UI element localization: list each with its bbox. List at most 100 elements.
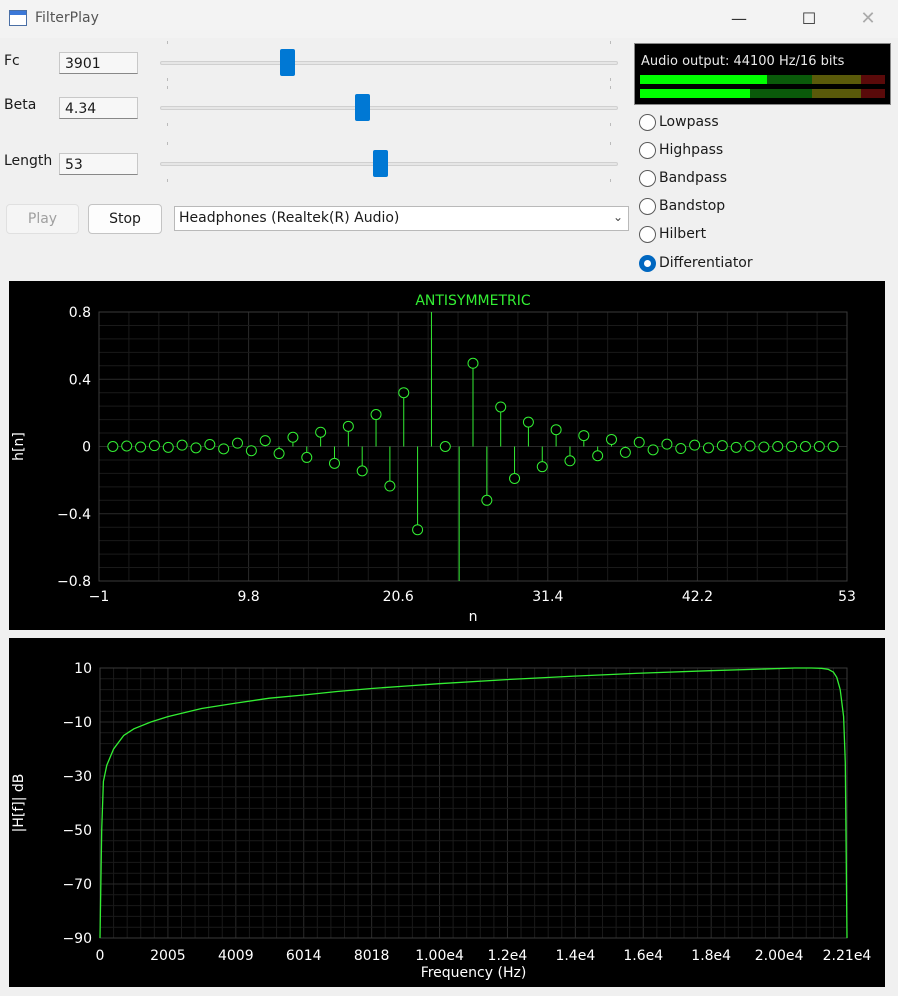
beta-slider-thumb[interactable] [354, 94, 370, 121]
x-tick-label: 6014 [286, 948, 322, 964]
x-tick-label: 1.4e4 [555, 948, 595, 964]
stem-marker [522, 416, 534, 428]
stem-marker [384, 480, 396, 492]
length-slider-track [160, 162, 618, 166]
minimize-button[interactable]: — [716, 0, 762, 38]
beta-value-field[interactable]: 4.34 [59, 97, 138, 119]
stem-marker [204, 438, 216, 450]
y-tick-label: 0 [82, 440, 91, 456]
stem-marker [356, 465, 368, 477]
audio-output-meter: Audio output: 44100 Hz/16 bits [634, 43, 891, 105]
fc-slider-track [160, 61, 618, 65]
length-slider-thumb[interactable] [372, 150, 388, 177]
impulse-response-svg: −1 9.8 20.6 31.4 42.2 53 0.8 0.4 0 −0.4 −0.8 ANTISY… [11, 293, 856, 625]
y-axis-label: |H[f]| dB [11, 774, 27, 833]
radio-label: Lowpass [659, 114, 719, 130]
y-tick-label: −0.4 [57, 507, 91, 523]
stem-marker [813, 441, 825, 452]
stem-marker [495, 401, 507, 413]
level-bar-left [640, 75, 885, 84]
fc-slider[interactable] [160, 41, 618, 81]
plot-frame [99, 667, 848, 939]
stem-marker [509, 472, 521, 484]
audio-output-label: Audio output: 44100 Hz/16 bits [641, 54, 845, 69]
stem-marker [135, 441, 147, 453]
radio-circle [639, 198, 656, 215]
radio-label: Highpass [659, 142, 724, 158]
radio-circle [639, 170, 656, 187]
x-tick-label: 20.6 [383, 589, 414, 605]
stem-marker [702, 442, 714, 454]
title-bar: FilterPlay — ☐ ✕ [0, 0, 898, 38]
y-axis-label: h[n] [11, 432, 27, 461]
stem-marker [661, 438, 673, 450]
x-tick-label: 42.2 [682, 589, 713, 605]
stem-marker [259, 435, 271, 447]
length-value-field[interactable]: 53 [59, 153, 138, 175]
stem-marker [592, 450, 604, 462]
x-tick-label: 2.21e4 [823, 948, 872, 964]
y-tick-label: −0.8 [57, 574, 91, 590]
maximize-icon: ☐ [801, 9, 817, 28]
stem-marker [287, 431, 299, 443]
magnitude-trace [99, 667, 848, 939]
stem-marker [716, 440, 728, 452]
radio-circle [639, 142, 656, 159]
x-tick-label: 1.00e4 [415, 948, 464, 964]
close-button[interactable]: ✕ [845, 0, 891, 38]
y-tick-label: 10 [74, 661, 92, 677]
stem-marker [675, 443, 687, 455]
stem-marker [273, 448, 285, 460]
frequency-response-svg: 0 2005 4009 6014 8018 1.00e4 1.2e4 1.4e4 1.6e4 1.… [11, 661, 872, 981]
radio-circle [639, 226, 656, 243]
x-tick-label: 1.2e4 [488, 948, 528, 964]
play-button[interactable]: Play [6, 204, 79, 234]
y-tick-label: 0.4 [69, 372, 91, 388]
beta-label: Beta [4, 97, 37, 113]
beta-slider[interactable] [160, 86, 618, 126]
stem-marker [633, 436, 645, 448]
x-tick-label: 9.8 [237, 589, 259, 605]
length-label: Length [4, 153, 53, 169]
stem-marker [619, 446, 631, 458]
chart-title: ANTISYMMETRIC [415, 293, 531, 309]
x-tick-label: 1.8e4 [691, 948, 731, 964]
stem-marker [218, 443, 230, 455]
stem-marker [342, 420, 354, 432]
y-tick-label: −10 [62, 715, 92, 731]
level-fill [640, 89, 751, 98]
audio-device-select[interactable]: Headphones (Realtek(R) Audio) ⌄ [174, 206, 629, 231]
stem-marker [315, 426, 327, 438]
stem-marker [162, 441, 174, 453]
x-tick-label: 1.6e4 [623, 948, 663, 964]
length-slider[interactable] [160, 142, 618, 182]
stem-marker [328, 457, 340, 469]
stem-marker [647, 444, 659, 456]
stem-marker [121, 440, 133, 452]
stem-marker [398, 387, 410, 399]
stem-marker [107, 441, 119, 452]
fc-slider-thumb[interactable] [279, 49, 295, 76]
fc-value-field[interactable]: 3901 [59, 52, 138, 74]
stem-marker [148, 440, 160, 452]
x-tick-label: 53 [838, 589, 856, 605]
impulse-response-plot: −1 9.8 20.6 31.4 42.2 53 0.8 0.4 0 −0.4 −0.8 ANTISY… [9, 281, 885, 630]
x-tick-label: 31.4 [532, 589, 563, 605]
stem-marker [370, 409, 382, 421]
x-tick-label: 0 [96, 948, 105, 964]
stem-marker [190, 442, 202, 454]
x-axis-label: n [469, 609, 478, 625]
stem-marker [176, 439, 188, 451]
stem-marker [827, 441, 839, 452]
close-icon: ✕ [860, 8, 876, 29]
x-tick-label: −1 [89, 589, 110, 605]
radio-label: Bandstop [659, 198, 726, 214]
window-title: FilterPlay [35, 10, 99, 26]
x-axis-label: Frequency (Hz) [421, 965, 527, 981]
chevron-down-icon: ⌄ [612, 210, 623, 224]
y-tick-label: −70 [62, 877, 92, 893]
stop-button[interactable]: Stop [88, 204, 162, 234]
stem-marker [564, 455, 576, 467]
radio-label: Hilbert [659, 226, 707, 242]
maximize-button[interactable]: ☐ [786, 0, 832, 38]
